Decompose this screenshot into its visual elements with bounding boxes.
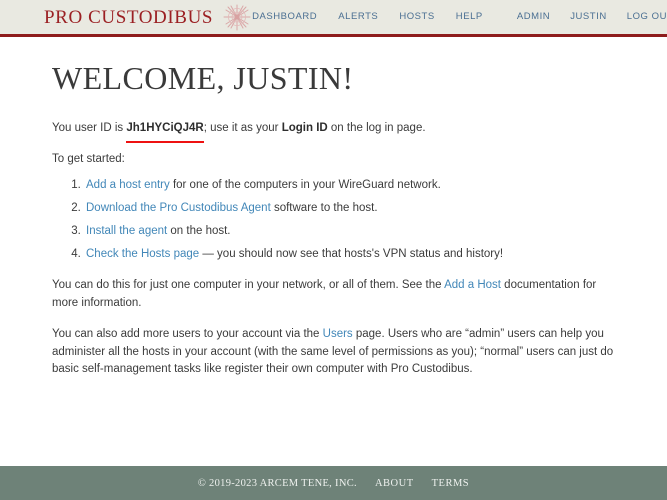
user-id-paragraph: You user ID is Jh1HYCiQJ4R; use it as yo… <box>52 120 615 143</box>
link-check-the-hosts-page[interactable]: Check the Hosts page <box>86 248 199 260</box>
step-3-text: on the host. <box>167 225 231 237</box>
link-install-the-agent[interactable]: Install the agent <box>86 225 167 237</box>
nav-dashboard[interactable]: DASHBOARD <box>252 12 317 22</box>
brand-name: PRO CUSTODIBUS <box>44 6 214 28</box>
getting-started-steps: Add a host entry for one of the computer… <box>52 177 615 262</box>
nav-hosts[interactable]: HOSTS <box>399 12 434 22</box>
user-navigation: ADMIN JUSTIN LOG OUT <box>517 12 667 22</box>
link-add-a-host-entry[interactable]: Add a host entry <box>86 179 170 191</box>
user-id-suffix: on the log in page. <box>327 122 426 135</box>
user-id-value-wrap: Jh1HYCiQJ4R <box>126 120 204 143</box>
site-footer: © 2019-2023 ARCEM TENE, INC. ABOUT TERMS <box>0 466 667 500</box>
user-id-prefix: You user ID is <box>52 122 127 135</box>
link-users[interactable]: Users <box>323 328 353 340</box>
link-add-a-host-docs[interactable]: Add a Host <box>444 279 501 291</box>
site-header: PRO CUSTODIBUS DASHBOARD ALERTS HOSTS HE… <box>0 0 667 37</box>
list-item: Check the Hosts page — you should now se… <box>84 246 615 262</box>
paragraph-2-before: You can do this for just one computer in… <box>52 279 445 292</box>
nav-log-out[interactable]: LOG OUT <box>627 12 667 22</box>
user-id-red-underline <box>126 140 204 143</box>
footer-link-about[interactable]: ABOUT <box>375 478 414 489</box>
nav-account-justin[interactable]: JUSTIN <box>570 12 607 22</box>
brand-logo[interactable]: PRO CUSTODIBUS <box>44 2 252 32</box>
paragraph-add-a-host: You can do this for just one computer in… <box>52 277 615 313</box>
nav-help[interactable]: HELP <box>456 12 483 22</box>
link-download-agent[interactable]: Download the Pro Custodibus Agent <box>86 202 271 214</box>
list-item: Add a host entry for one of the computer… <box>84 177 615 193</box>
thistle-starburst-icon <box>222 2 252 32</box>
step-4-text: — you should now see that hosts's VPN st… <box>199 248 504 261</box>
primary-navigation: DASHBOARD ALERTS HOSTS HELP <box>252 12 483 22</box>
step-1-text: for one of the computers in your WireGua… <box>169 178 441 191</box>
nav-alerts[interactable]: ALERTS <box>338 12 378 22</box>
step-2-text: software to the host. <box>270 201 378 214</box>
nav-admin[interactable]: ADMIN <box>517 12 550 22</box>
list-item: Install the agent on the host. <box>84 223 615 239</box>
footer-copyright: © 2019-2023 ARCEM TENE, INC. <box>197 477 357 489</box>
page-title: WELCOME, JUSTIN! <box>52 60 354 96</box>
list-item: Download the Pro Custodibus Agent softwa… <box>84 200 615 216</box>
paragraph-3-before: You can also add more users to your acco… <box>52 327 323 340</box>
paragraph-users: You can also add more users to your acco… <box>52 326 615 379</box>
footer-link-terms[interactable]: TERMS <box>432 478 470 489</box>
get-started-label: To get started: <box>52 153 125 165</box>
main-content: WELCOME, JUSTIN! You user ID is Jh1HYCiQ… <box>0 37 667 379</box>
login-id-label: Login ID <box>281 122 328 135</box>
user-id-middle: ; use it as your <box>203 122 282 135</box>
user-id-value: Jh1HYCiQJ4R <box>126 122 204 135</box>
